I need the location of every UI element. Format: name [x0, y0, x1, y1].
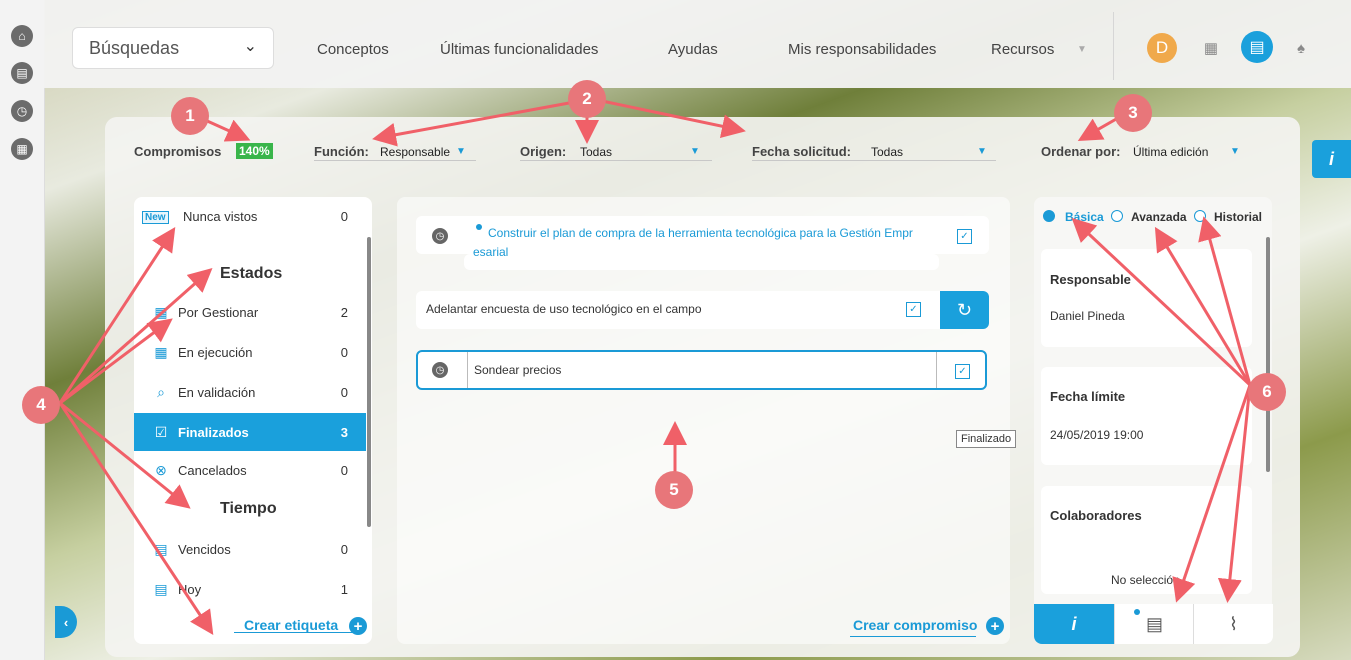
annotation-marker-5: 5 — [655, 471, 693, 509]
annotation-marker-2: 2 — [568, 80, 606, 118]
annotation-marker-6: 6 — [1248, 373, 1286, 411]
annotation-marker-4: 4 — [22, 386, 60, 424]
annotation-marker-1: 1 — [171, 97, 209, 135]
annotation-arrows — [58, 99, 1252, 636]
annotation-marker-3: 3 — [1114, 94, 1152, 132]
